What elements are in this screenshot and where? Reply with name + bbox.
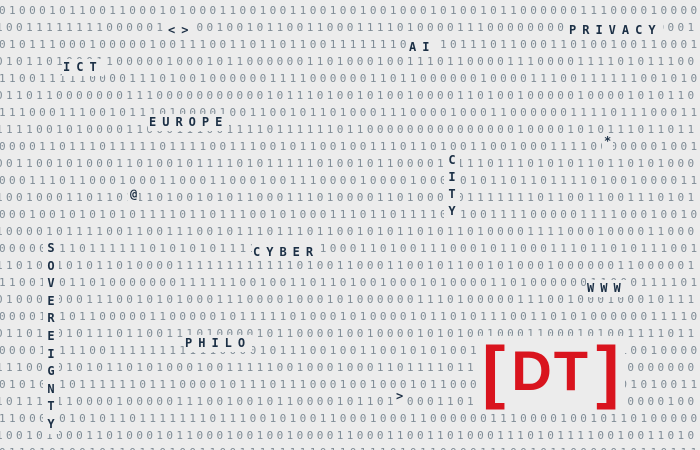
word-europe: EUROPE [148,114,230,131]
word-city: CITY [444,152,460,220]
word-philo: PHILO [184,335,253,352]
binary-row: 1001000110110111010010101100011101000011… [0,191,698,204]
binary-row: 1001010001101000101100010010010000110001… [0,429,698,442]
binary-row: 0001110110001000110001100010011100001000… [0,174,700,187]
logo-right-bracket: ] [595,332,620,410]
binary-row: 1100010101011011111110111001010011000100… [0,412,700,425]
binary-row: 0011001010001101001011110101111101001011… [0,157,698,170]
binary-row: 0101101000110000010001011000000110100010… [0,55,698,68]
word-www: WWW [586,280,628,297]
logo-left-bracket: [ [482,332,506,410]
binary-row: 1110001110010111010000100110010110100011… [0,106,700,119]
binary-row: 1000010111100110011100101110111011001010… [0,225,698,238]
binary-row: 0000110111011111011110011100101100100111… [0,140,700,153]
binary-row: 0110110000000111000000000001011101001010… [0,89,698,102]
binary-row: 0001001010101011110110111001010001110110… [0,208,700,221]
word-ai: AI [408,39,437,56]
dt-logo: [ DT ] [476,332,626,410]
star-symbol: * [602,133,614,150]
binary-row: 1100111110000111010010000001111000000110… [0,72,700,85]
binary-row: 0100010110011000101000110010011001001001… [0,4,700,17]
word-privacy: PRIVACY [568,22,663,39]
binary-row: 0110101001011011010011001111111101101110… [0,444,700,450]
binary-row: 0000011101111110101010111101000010001101… [0,242,700,255]
binary-row: 0000111011000001100000101111101000101000… [0,310,700,323]
word-cyber: CYBER [252,244,321,261]
word-sovereignty: SOVEREIGNTY [43,240,59,434]
arrow-symbol: > [394,388,406,405]
binary-row: 1101011010110100001111111111110100110001… [0,259,698,272]
word-ict: ICT [62,59,104,76]
logo-text: DT [511,339,590,402]
at-symbol: @ [128,186,140,203]
angle-brackets-symbol: <> [166,22,197,39]
binary-row: 1111001010000110001110011110111111011000… [0,123,698,136]
